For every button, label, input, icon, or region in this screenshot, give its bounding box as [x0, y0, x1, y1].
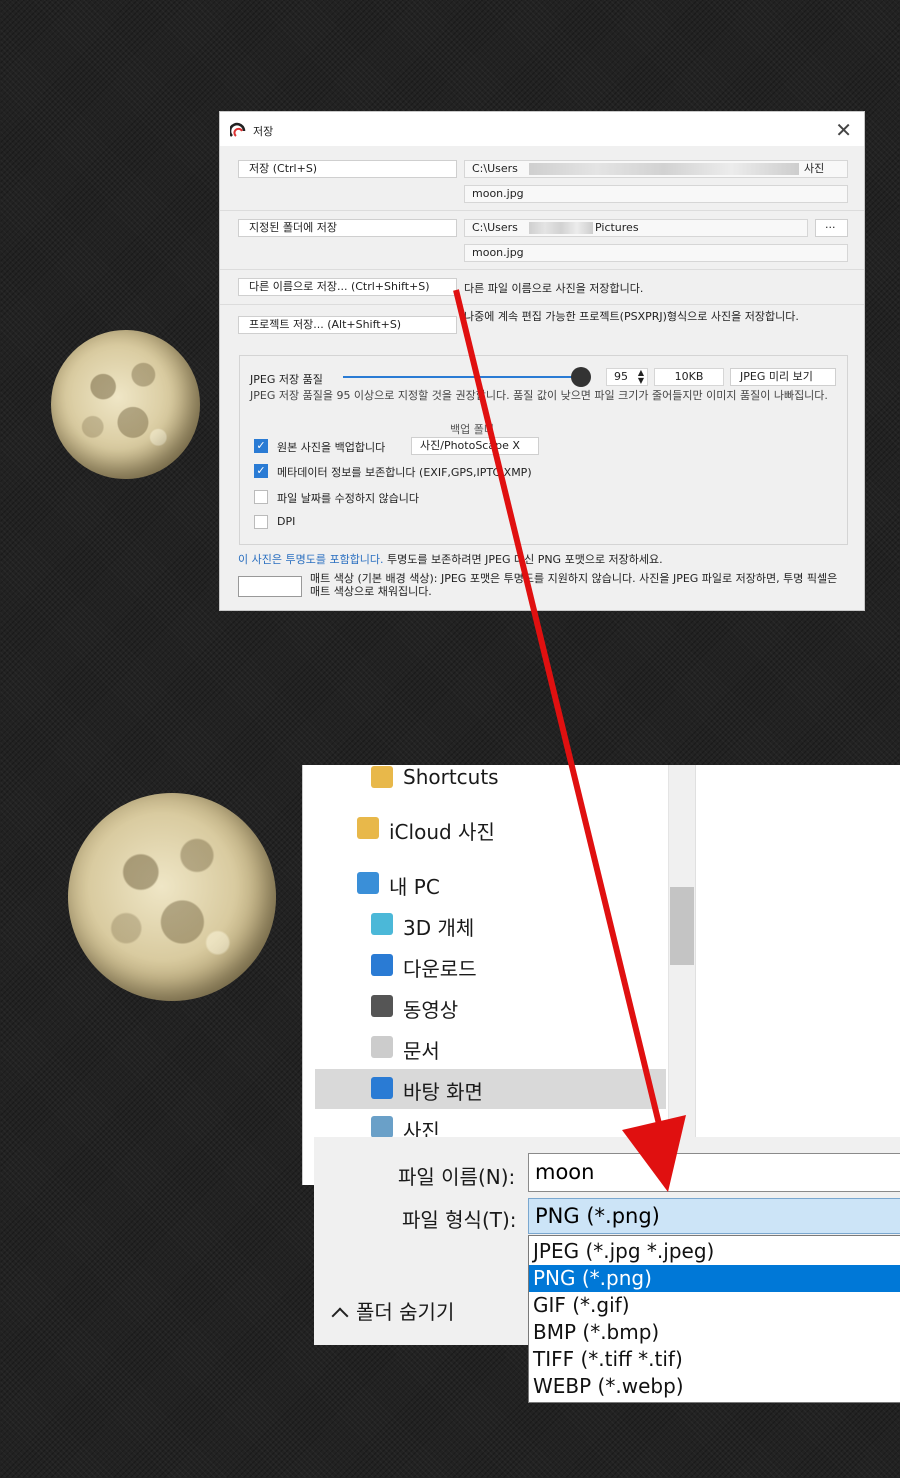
arrow-shaft	[453, 289, 663, 1129]
arrow-head	[622, 1115, 686, 1192]
annotation-arrow	[453, 289, 686, 1192]
